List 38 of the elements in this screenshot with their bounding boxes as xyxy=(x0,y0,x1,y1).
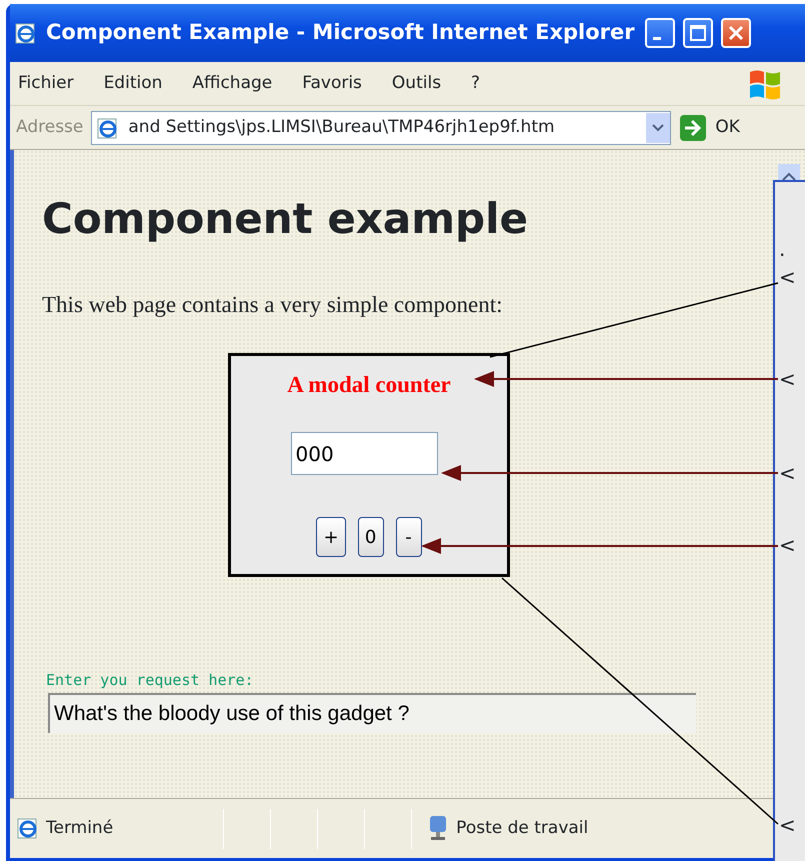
intro-text: This web page contains a very simple component: xyxy=(42,291,503,320)
chevron-down-icon xyxy=(652,124,664,132)
request-label: Enter you request here: xyxy=(46,670,255,691)
component-title: A modal counter xyxy=(287,370,451,399)
request-field[interactable]: What's the bloody use of this gadget ? xyxy=(48,693,696,734)
windows-logo-icon xyxy=(748,68,782,100)
computer-icon xyxy=(428,815,448,842)
annotation-dot: . xyxy=(779,236,786,263)
page-heading: Component example xyxy=(42,194,529,244)
annotation-marker: < xyxy=(779,812,796,839)
maximize-button[interactable] xyxy=(682,18,713,48)
close-icon xyxy=(728,25,744,41)
menu-item[interactable]: Fichier xyxy=(18,70,74,96)
minimize-icon xyxy=(652,36,661,40)
counter-field[interactable]: 000 xyxy=(290,432,438,476)
counter-button[interactable]: 0 xyxy=(358,517,384,558)
address-field[interactable]: and Settings\jps.LIMSI\Bureau\TMP46rjh1ep9f.htm xyxy=(91,110,672,144)
window-title: Component Example - Microsoft Internet Explorer xyxy=(46,19,635,46)
annotation-marker: < xyxy=(779,264,796,291)
dropdown-button[interactable] xyxy=(646,112,670,142)
menu-item[interactable]: Outils xyxy=(392,70,442,96)
close-button[interactable] xyxy=(720,18,751,48)
minimize-button[interactable] xyxy=(644,18,675,48)
menu-item[interactable]: ? xyxy=(471,70,480,96)
status-text: Terminé xyxy=(46,816,114,840)
counter-button[interactable]: + xyxy=(316,517,346,558)
maximize-icon xyxy=(690,25,706,41)
annotation-marker: < xyxy=(779,366,796,393)
menu-item[interactable]: Affichage xyxy=(192,70,272,96)
zone-text: Poste de travail xyxy=(456,816,588,840)
annotation-marker: < xyxy=(779,532,796,559)
menu-item[interactable]: Edition xyxy=(104,70,162,96)
go-button[interactable]: OK xyxy=(715,114,740,140)
address-text: and Settings\jps.LIMSI\Bureau\TMP46rjh1ep9f.htm xyxy=(128,116,555,139)
counter-button[interactable]: - xyxy=(396,517,422,558)
annotation-marker: < xyxy=(779,460,796,487)
address-label: Adresse xyxy=(16,116,84,139)
menu-item[interactable]: Favoris xyxy=(302,70,362,96)
